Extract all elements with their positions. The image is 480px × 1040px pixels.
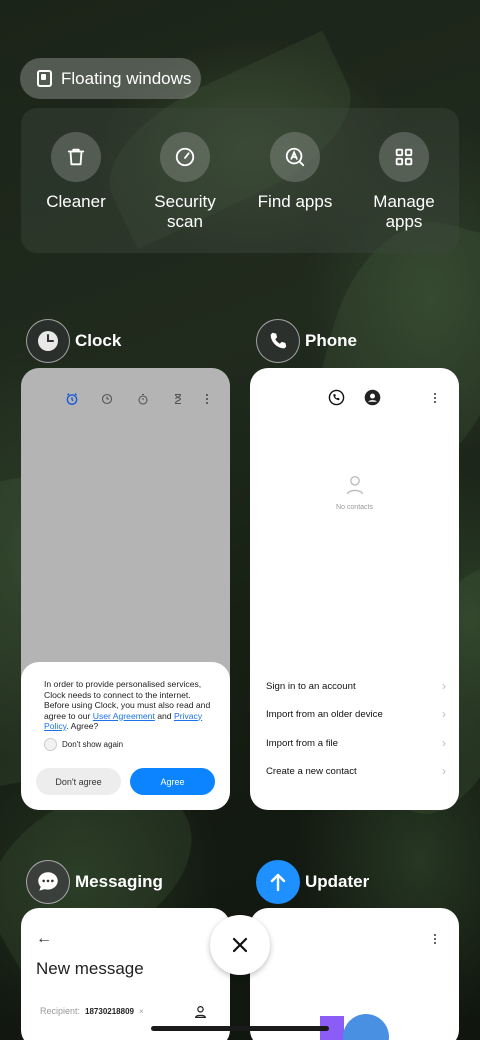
- import-older-device-label: Import from an older device: [266, 708, 383, 720]
- messaging-app-name: Messaging: [75, 872, 163, 891]
- import-file-item[interactable]: Import from a file ›: [266, 736, 446, 750]
- phone-app-header[interactable]: Phone: [256, 319, 357, 363]
- updater-app-name: Updater: [305, 872, 370, 891]
- chevron-right-icon: ›: [442, 707, 446, 721]
- dont-show-again-checkbox[interactable]: Don't show again: [44, 737, 212, 751]
- updater-recent-card[interactable]: [250, 908, 459, 1040]
- phone-app-name: Phone: [305, 331, 357, 350]
- person-icon: [346, 476, 363, 495]
- phone-recent-card[interactable]: No contacts Sign in to an account › Impor…: [250, 368, 459, 810]
- contacts-icon: [364, 389, 381, 406]
- clock-app-icon: [26, 319, 70, 363]
- grid-icon: [395, 148, 413, 166]
- manage-apps-button[interactable]: Manage apps: [349, 132, 459, 232]
- sign-in-account-label: Sign in to an account: [266, 680, 356, 692]
- chevron-right-icon: ›: [442, 736, 446, 750]
- clock-tab-bar: [65, 392, 215, 408]
- create-contact-label: Create a new contact: [266, 765, 357, 777]
- chevron-right-icon: ›: [442, 679, 446, 693]
- privacy-consent-dialog: In order to provide personalised service…: [21, 662, 230, 810]
- updater-app-icon: [256, 860, 300, 904]
- more-options-icon: [206, 394, 208, 404]
- import-older-device-item[interactable]: Import from an older device ›: [266, 707, 446, 721]
- trash-icon: [67, 148, 85, 166]
- back-arrow-icon: ←: [36, 930, 52, 947]
- no-contacts-placeholder: No contacts: [250, 474, 459, 511]
- messaging-app-icon: [26, 860, 70, 904]
- agree-button[interactable]: Agree: [130, 768, 215, 795]
- recipient-row: Recipient: 18730218809 ×: [40, 1006, 144, 1016]
- clock-app-header[interactable]: Clock: [26, 319, 121, 363]
- create-contact-item[interactable]: Create a new contact ›: [266, 764, 446, 778]
- clear-all-button[interactable]: [210, 915, 270, 975]
- new-message-title: New message: [36, 959, 144, 978]
- clock-recent-card[interactable]: In order to provide personalised service…: [21, 368, 230, 810]
- phone-top-bar: [250, 389, 459, 409]
- import-file-label: Import from a file: [266, 737, 338, 749]
- recipient-label: Recipient:: [40, 1006, 81, 1016]
- alarm-icon: [66, 393, 78, 405]
- remove-recipient-icon: ×: [138, 1006, 144, 1016]
- floating-window-icon: [37, 70, 52, 87]
- find-apps-button[interactable]: Find apps: [240, 132, 350, 212]
- more-options-icon: [434, 934, 436, 944]
- recipient-chip: 18730218809: [85, 1006, 134, 1016]
- dont-show-again-label: Don't show again: [62, 739, 124, 749]
- checkbox-circle: [44, 737, 57, 751]
- messaging-app-header[interactable]: Messaging: [26, 860, 163, 904]
- user-agreement-link[interactable]: User Agreement: [93, 711, 155, 721]
- add-contact-icon: [194, 1006, 207, 1018]
- more-options-icon: [434, 393, 436, 403]
- updater-app-header[interactable]: Updater: [256, 860, 369, 904]
- timer-icon: [174, 393, 182, 405]
- clock-app-name: Clock: [75, 331, 122, 350]
- dont-agree-button[interactable]: Don't agree: [36, 768, 121, 795]
- messaging-recent-card[interactable]: ← New message Recipient: 18730218809 ×: [21, 908, 230, 1040]
- no-contacts-text: No contacts: [336, 504, 373, 511]
- search-app-icon: [285, 147, 305, 167]
- call-log-icon: [328, 389, 345, 406]
- floating-windows-label: Floating windows: [61, 68, 192, 88]
- sign-in-account-item[interactable]: Sign in to an account ›: [266, 679, 446, 693]
- chevron-right-icon: ›: [442, 764, 446, 778]
- consent-message: In order to provide personalised service…: [44, 679, 211, 731]
- floating-windows-button[interactable]: Floating windows: [20, 58, 201, 99]
- cleaner-button[interactable]: Cleaner: [21, 132, 131, 212]
- security-scan-label: Security scan: [154, 192, 216, 231]
- find-apps-label: Find apps: [257, 192, 333, 211]
- cleaner-label: Cleaner: [46, 192, 106, 211]
- home-indicator[interactable]: [151, 1026, 329, 1031]
- updater-illustration-circle: [343, 1014, 389, 1040]
- security-scan-button[interactable]: Security scan: [130, 132, 240, 232]
- manage-apps-label: Manage apps: [373, 192, 435, 231]
- speedometer-icon: [175, 147, 195, 167]
- quick-actions-panel: Cleaner Security scan Find apps Manage a…: [21, 108, 459, 253]
- clock-tab-icon: [101, 393, 113, 405]
- stopwatch-icon: [138, 393, 148, 405]
- close-icon: [232, 937, 248, 953]
- phone-app-icon: [256, 319, 300, 363]
